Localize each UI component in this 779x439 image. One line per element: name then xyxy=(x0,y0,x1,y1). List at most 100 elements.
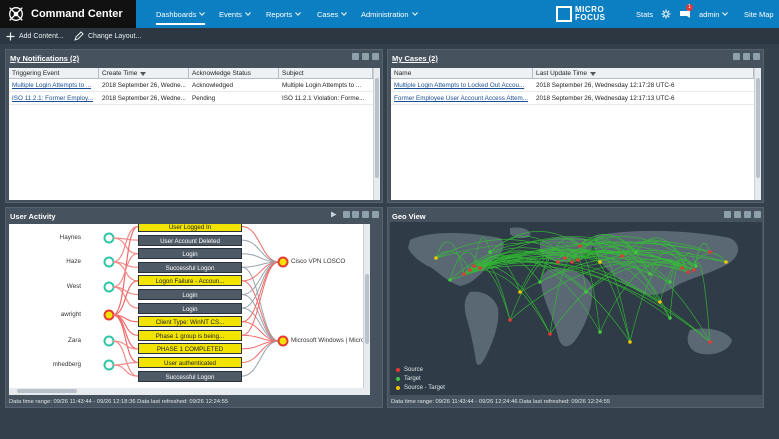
geo-source-point[interactable] xyxy=(686,270,690,274)
panel-add-icon[interactable] xyxy=(724,211,731,218)
geo-point[interactable] xyxy=(584,290,588,294)
panel-add-icon[interactable] xyxy=(343,211,350,218)
user-node[interactable] xyxy=(103,335,115,347)
table-row[interactable]: Multiple Login Attempts to ... 2018 Sept… xyxy=(9,80,373,92)
geo-point[interactable] xyxy=(708,340,712,344)
geo-source-point[interactable] xyxy=(468,268,472,272)
vertical-scrollbar[interactable] xyxy=(373,68,380,200)
user-node[interactable] xyxy=(103,232,115,244)
scrollbar-thumb[interactable] xyxy=(756,78,760,178)
nav-menu-events[interactable]: Events xyxy=(219,0,251,28)
geo-source-point[interactable] xyxy=(692,268,696,272)
panel-title[interactable]: My Cases (2) xyxy=(392,54,438,63)
table-row[interactable]: Former Employee User Account Access Atte… xyxy=(391,93,754,105)
table-cell-link[interactable]: Former Employee User Account Access Atte… xyxy=(391,93,533,105)
panel-minimize-icon[interactable] xyxy=(362,211,369,218)
geo-source-point[interactable] xyxy=(478,266,482,270)
event-node[interactable]: Successful Logon xyxy=(138,261,242,273)
panel-minimize-icon[interactable] xyxy=(362,53,369,60)
geo-point[interactable] xyxy=(648,272,652,276)
geo-source-point[interactable] xyxy=(570,260,574,264)
panel-close-icon[interactable] xyxy=(372,211,379,218)
vertical-scrollbar[interactable] xyxy=(363,224,370,388)
geo-map[interactable]: Source Target Source - Target xyxy=(390,222,762,395)
geo-point[interactable] xyxy=(620,254,624,258)
gear-icon[interactable] xyxy=(661,9,671,19)
target-node[interactable] xyxy=(277,335,289,347)
column-header[interactable]: Subject xyxy=(279,68,373,79)
geo-point[interactable] xyxy=(694,264,698,268)
panel-settings-icon[interactable] xyxy=(352,211,359,218)
geo-source-point[interactable] xyxy=(680,266,684,270)
geo-point[interactable] xyxy=(548,332,552,336)
scrollbar-thumb[interactable] xyxy=(365,274,369,344)
vertical-scrollbar[interactable] xyxy=(754,68,761,200)
column-header-sorted[interactable]: Create Time xyxy=(99,68,189,79)
brand[interactable]: Command Center xyxy=(0,0,136,28)
column-header[interactable]: Acknowledge Status xyxy=(189,68,279,79)
geo-source-point[interactable] xyxy=(462,272,466,276)
column-header-sorted[interactable]: Last Update Time xyxy=(533,68,754,79)
geo-point[interactable] xyxy=(668,280,672,284)
geo-point[interactable] xyxy=(708,250,712,254)
geo-point[interactable] xyxy=(598,260,602,264)
panel-close-icon[interactable] xyxy=(372,53,379,60)
user-node[interactable] xyxy=(103,256,115,268)
stats-link[interactable]: Stats xyxy=(636,0,653,28)
event-node[interactable]: Client Type: WinNT CS... xyxy=(138,316,242,328)
event-node[interactable]: User Account Deleted xyxy=(138,234,242,246)
geo-source-point[interactable] xyxy=(576,258,580,262)
geo-point[interactable] xyxy=(724,260,728,264)
geo-point[interactable] xyxy=(628,340,632,344)
geo-point[interactable] xyxy=(518,290,522,294)
geo-point[interactable] xyxy=(668,316,672,320)
panel-title[interactable]: My Notifications (2) xyxy=(10,54,79,63)
nav-menu-reports[interactable]: Reports xyxy=(266,0,302,28)
geo-source-point[interactable] xyxy=(472,264,476,268)
play-icon[interactable] xyxy=(330,211,337,218)
column-header[interactable]: Name xyxy=(391,68,533,79)
table-row[interactable]: Multiple Login Attempts to Locked Out Ac… xyxy=(391,80,754,92)
geo-point[interactable] xyxy=(634,250,638,254)
geo-point[interactable] xyxy=(556,260,560,264)
horizontal-scrollbar[interactable] xyxy=(9,388,370,395)
add-content-button[interactable]: Add Content... xyxy=(6,28,64,44)
geo-source-point[interactable] xyxy=(578,244,582,248)
event-node[interactable]: Login xyxy=(138,248,242,260)
table-cell-link[interactable]: Multiple Login Attempts to Locked Out Ac… xyxy=(391,80,533,92)
scrollbar-thumb[interactable] xyxy=(17,389,77,393)
event-node[interactable]: Phase 1 group is being... xyxy=(138,329,242,341)
target-node[interactable] xyxy=(277,256,289,268)
change-layout-button[interactable]: Change Layout... xyxy=(74,28,141,44)
event-node[interactable]: Login xyxy=(138,302,242,314)
geo-point[interactable] xyxy=(448,278,452,282)
geo-point[interactable] xyxy=(434,256,438,260)
event-node[interactable]: Logon Failure - Accoun... xyxy=(138,275,242,287)
panel-settings-icon[interactable] xyxy=(733,53,740,60)
geo-point[interactable] xyxy=(658,300,662,304)
nav-menu-cases[interactable]: Cases xyxy=(317,0,348,28)
nav-menu-dashboards[interactable]: Dashboards xyxy=(156,0,206,28)
user-node[interactable] xyxy=(103,309,115,321)
panel-settings-icon[interactable] xyxy=(734,211,741,218)
panel-settings-icon[interactable] xyxy=(352,53,359,60)
geo-point[interactable] xyxy=(598,330,602,334)
site-map-link[interactable]: Site Map xyxy=(744,0,774,28)
user-node[interactable] xyxy=(103,281,115,293)
event-node[interactable]: User Logged In xyxy=(138,224,242,232)
event-node[interactable]: Successful Logon xyxy=(138,370,242,382)
user-node[interactable] xyxy=(103,359,115,371)
table-cell-link[interactable]: Multiple Login Attempts to ... xyxy=(9,80,99,92)
panel-close-icon[interactable] xyxy=(754,211,761,218)
event-node[interactable]: User authenticated xyxy=(138,357,242,368)
panel-minimize-icon[interactable] xyxy=(743,53,750,60)
geo-source-point[interactable] xyxy=(563,256,567,260)
nav-menu-administration[interactable]: Administration xyxy=(361,0,418,28)
table-row[interactable]: ISO 11.2.1: Former Employ... 2018 Septem… xyxy=(9,93,373,105)
panel-minimize-icon[interactable] xyxy=(744,211,751,218)
column-header[interactable]: Triggering Event xyxy=(9,68,99,79)
scrollbar-thumb[interactable] xyxy=(375,78,379,178)
user-menu[interactable]: admin xyxy=(699,0,729,28)
event-node[interactable]: Login xyxy=(138,289,242,300)
table-cell-link[interactable]: ISO 11.2.1: Former Employ... xyxy=(9,93,99,105)
